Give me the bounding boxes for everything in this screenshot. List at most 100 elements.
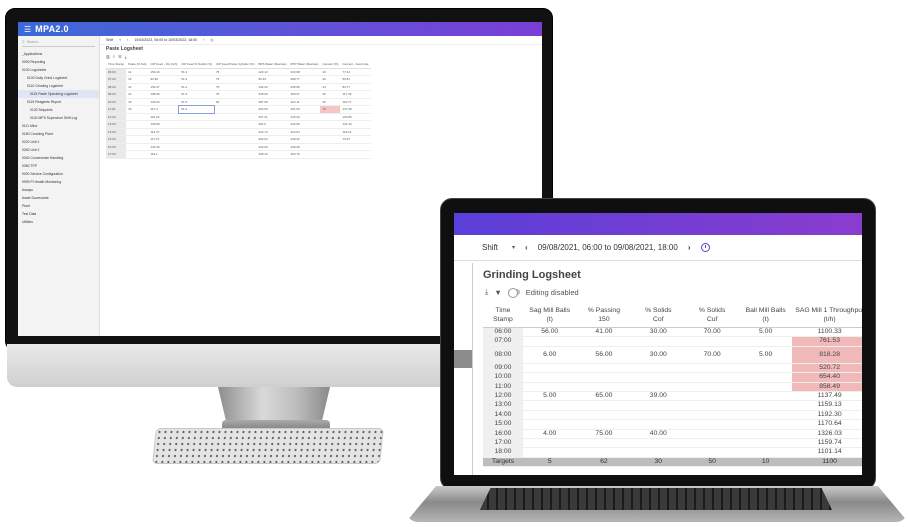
sidebar-item[interactable]: 0260 Unit 2 [18,146,99,154]
table-cell[interactable]: 73.07 [340,135,371,144]
table-cell[interactable] [739,447,793,458]
table-cell[interactable] [685,419,740,430]
table-cell[interactable] [576,419,632,430]
table-cell[interactable] [685,447,740,458]
table-cell[interactable]: 60 [213,98,257,106]
table-cell[interactable]: 401.53 [288,105,321,114]
table-cell[interactable] [126,150,149,159]
table-cell[interactable]: 288.77 [288,75,321,84]
table-cell[interactable]: 41.00 [576,327,632,338]
table-cell[interactable]: 119.1 [148,150,180,159]
table-cell[interactable]: 59.81 [340,75,371,84]
filter-icon[interactable]: ≡ [113,54,115,60]
column-header[interactable]: Sag Mill Balls (t) [522,303,577,328]
table-cell[interactable] [576,382,632,393]
table-cell[interactable]: 14 [126,83,149,91]
next-arrow-icon[interactable]: › [688,243,691,252]
table-cell[interactable] [685,429,740,440]
table-cell[interactable] [739,382,793,393]
sidebar-item[interactable]: 0115 Reagents Report [18,98,99,106]
table-cell[interactable]: 247.21 [256,113,289,121]
table-cell[interactable]: 335.08 [288,83,321,91]
table-cell[interactable]: 5.00 [739,346,793,364]
table-cell[interactable] [631,400,686,411]
sidebar-item[interactable]: 0115 Paste Operating Logsheet [18,90,99,98]
sidebar-item[interactable]: 0140 MPS Supervisor Shift Log [18,114,99,122]
table-cell[interactable] [179,128,214,136]
table-cell[interactable]: 56.00 [522,327,577,338]
sidebar-item[interactable]: Asset Scorecards [18,194,99,202]
table-cell[interactable] [739,372,793,383]
sidebar-item[interactable]: Test Data [18,210,99,218]
table-cell[interactable] [213,113,257,121]
table-cell[interactable]: 312.73 [256,128,289,136]
table-cell[interactable] [213,128,257,136]
table-cell[interactable]: 1170.64 [792,419,862,430]
sidebar-item[interactable]: 0220 Unit 1 [18,138,99,146]
table-cell[interactable]: 108.30 [148,90,180,99]
table-cell[interactable] [213,135,257,144]
download-icon[interactable]: ⤓ [485,287,488,297]
sidebar-item[interactable]: 0360 TPP [18,162,99,170]
table-cell[interactable]: 4.00 [522,429,577,440]
table-cell[interactable] [213,120,257,129]
sidebar-item[interactable]: 0100 Daily Grind Logsheet [18,74,99,82]
table-cell[interactable] [179,135,214,144]
chevron-down-icon[interactable]: ▾ [512,244,515,251]
table-cell[interactable]: 137.09 [340,105,371,114]
table-cell[interactable]: 123.13 [256,68,289,76]
table-cell[interactable]: 70 [320,105,341,114]
table-cell[interactable]: 1100.33 [792,327,862,338]
sidebar-item[interactable]: 9999 PI Health Monitoring [18,178,99,186]
table-cell[interactable]: 15 [126,105,149,114]
table-cell[interactable]: 132.33 [256,83,289,91]
table-cell[interactable]: 423.11 [288,98,321,106]
table-cell[interactable]: 436.49 [288,143,321,151]
table-cell[interactable]: 336.13 [256,150,289,159]
table-cell[interactable] [739,438,793,449]
table-cell[interactable] [126,128,149,136]
table-cell[interactable] [685,400,740,411]
table-cell[interactable]: 449.42 [288,135,321,144]
column-header[interactable]: % Passing 150 [576,303,632,328]
table-cell[interactable]: 114.4 [148,105,180,114]
table-cell[interactable] [631,372,686,383]
table-cell[interactable]: 360.37 [288,90,321,99]
table-cell[interactable] [576,438,632,449]
table-cell[interactable]: 75 [213,90,257,99]
table-cell[interactable] [739,429,793,440]
table-cell[interactable] [685,391,740,402]
table-cell[interactable] [522,336,577,347]
table-cell[interactable] [179,143,214,151]
table-cell[interactable]: 96.33 [256,75,289,84]
table-cell[interactable]: 818.28 [792,346,862,364]
column-header[interactable]: % Solids Cof [631,303,686,328]
table-cell[interactable]: 310.93 [256,143,289,151]
table-cell[interactable] [631,419,686,430]
column-header[interactable]: Ball Mill Balls (t) [739,303,793,328]
table-cell[interactable] [685,372,740,383]
column-header[interactable]: Cement (%) [320,60,341,69]
column-header[interactable]: CIP Feed Paste Cylinder (%) [213,60,257,69]
table-cell[interactable]: 424.64 [288,128,321,136]
table-cell[interactable]: 125.23 [148,98,180,106]
sidebar-item[interactable]: _Applications [18,50,99,58]
table-cell[interactable]: 5.00 [739,327,793,338]
table-cell[interactable] [320,143,341,151]
table-cell[interactable]: 15 [126,98,149,106]
sidebar-item[interactable]: 0000 Reporting [18,58,99,66]
editing-toggle[interactable] [507,288,520,298]
table-cell[interactable] [320,150,341,159]
table-cell[interactable]: 1326.03 [792,429,862,440]
table-cell[interactable]: 77.41 [340,68,371,76]
clock-icon[interactable] [700,243,710,252]
search-input[interactable]: ⚲ Search... [22,38,95,47]
table-cell[interactable]: 104.05 [340,113,371,121]
table-cell[interactable]: 287.08 [256,98,289,106]
column-header[interactable]: Time Stamp [483,303,523,328]
sidebar-item[interactable]: 9000 Service Configuration [18,170,99,178]
table-cell[interactable]: 110.77 [340,98,371,106]
table-cell[interactable] [631,363,686,374]
table-cell[interactable] [340,150,371,159]
table-cell[interactable]: 203.65 [256,105,289,114]
